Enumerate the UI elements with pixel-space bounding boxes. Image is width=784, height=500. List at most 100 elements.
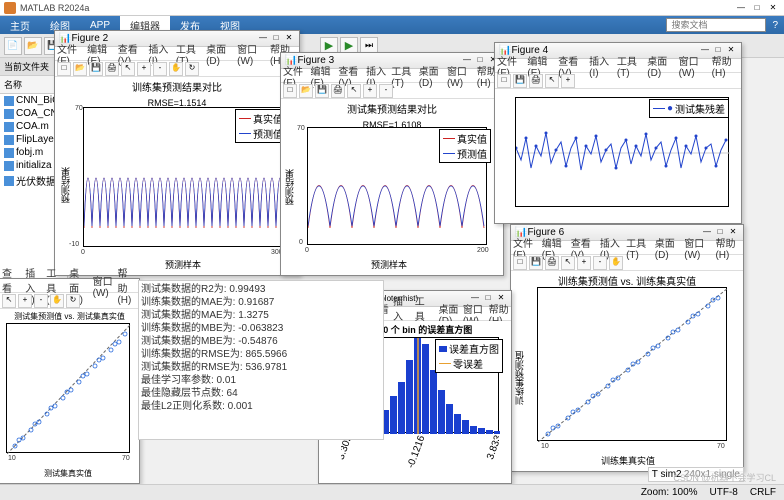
scatter-test-window[interactable]: 查看(V)插入(I)工具(T)桌面(D)窗口(W)帮助(H) ↖+-✋↻ 测试集… xyxy=(0,278,140,484)
console-line: 训练集数据的MAE为: 0.91687 xyxy=(141,296,381,309)
encoding[interactable]: UTF-8 xyxy=(710,487,738,498)
plot-title: 训练集预测结果对比 xyxy=(55,77,299,96)
open-button[interactable]: 📂 xyxy=(24,37,42,55)
app-title: MATLAB R2024a xyxy=(20,3,89,13)
xlabel: 训练集真实值 xyxy=(601,454,655,467)
window-controls: — □ ✕ xyxy=(734,2,780,14)
console-line: 最佳L2正则化系数: 0.001 xyxy=(141,400,381,413)
zoom-out-button[interactable]: - xyxy=(153,62,167,76)
pointer-button[interactable]: ↖ xyxy=(121,62,135,76)
close-button[interactable]: ✕ xyxy=(766,2,780,14)
rotate-button[interactable]: ↻ xyxy=(185,62,199,76)
app-titlebar: MATLAB R2024a — □ ✕ xyxy=(0,0,784,16)
zoom-in-button[interactable]: + xyxy=(577,256,591,270)
figure-3-window[interactable]: 📊 Figure 3 —□✕ 文件(F) 编辑(E) 查看(V) 插入(I) 工… xyxy=(280,52,504,276)
scatter-plot xyxy=(538,288,728,442)
figure-6-window[interactable]: 📊 Figure 6 —□✕ 文件(F)编辑(E)查看(V)插入(I)工具(T)… xyxy=(510,224,744,472)
menu-tools[interactable]: 工具(T) xyxy=(626,235,651,261)
plot-title: 测试集预测结果对比 xyxy=(281,99,503,118)
plot-area: 测试集预测结果对比 RMSE=1.6108 真实值 预测值 预测结果 预测样本 … xyxy=(281,99,503,273)
pointer-button[interactable]: ↖ xyxy=(545,74,559,88)
pointer-button[interactable]: ↖ xyxy=(2,294,16,308)
new-fig-button[interactable]: □ xyxy=(57,62,71,76)
figure-4-window[interactable]: 📊 Figure 4 —□✕ 文件(F)编辑(E)查看(V)插入(I)工具(T)… xyxy=(494,42,742,224)
zoom-in-button[interactable]: + xyxy=(561,74,575,88)
print-button[interactable]: 🖨 xyxy=(105,62,119,76)
rotate-button[interactable]: ↻ xyxy=(66,294,80,308)
search-input[interactable] xyxy=(666,18,766,32)
new-fig-button[interactable]: □ xyxy=(497,74,511,88)
figure-menu: 文件(F)编辑(E)查看(V)插入(I)工具(T)桌面(D)窗口(W)帮助(H) xyxy=(495,59,741,73)
menu-window[interactable]: 窗口(W) xyxy=(447,63,473,89)
ylabel: 预测结果 xyxy=(283,169,296,205)
minimize-button[interactable]: — xyxy=(734,2,748,14)
file-icon xyxy=(4,109,14,119)
pan-button[interactable]: ✋ xyxy=(169,62,183,76)
file-icon xyxy=(4,176,14,186)
menu-insert[interactable]: 插入(I) xyxy=(589,53,613,79)
maximize-button[interactable]: □ xyxy=(750,2,764,14)
menu-desktop[interactable]: 桌面(D) xyxy=(419,63,443,89)
zoom-out-button[interactable]: - xyxy=(34,294,48,308)
ylabel: 预测结果 xyxy=(59,167,72,203)
xlabel: 测试集真实值 xyxy=(44,468,92,479)
menu-window[interactable]: 窗口(W) xyxy=(93,273,114,299)
save-fig-button[interactable]: 💾 xyxy=(315,84,329,98)
print-button[interactable]: 🖨 xyxy=(331,84,345,98)
statusbar: Zoom: 100% UTF-8 CRLF xyxy=(0,484,784,500)
pointer-button[interactable]: ↖ xyxy=(347,84,361,98)
menu-tools[interactable]: 工具(T) xyxy=(391,63,414,89)
new-fig-button[interactable]: □ xyxy=(283,84,297,98)
zoom-in-button[interactable]: + xyxy=(18,294,32,308)
line-ending[interactable]: CRLF xyxy=(750,487,776,498)
ribbon-tab-home[interactable]: 主页 xyxy=(0,16,40,34)
console-line: 最佳隐藏层节点数: 64 xyxy=(141,387,381,400)
menu-window[interactable]: 窗口(W) xyxy=(237,41,266,67)
zoom-out-button[interactable]: - xyxy=(379,84,393,98)
menu-desktop[interactable]: 桌面(D) xyxy=(647,53,674,79)
zoom-in-button[interactable]: + xyxy=(137,62,151,76)
menu-tools[interactable]: 工具(T) xyxy=(617,53,643,79)
file-icon xyxy=(4,135,14,145)
save-fig-button[interactable]: 💾 xyxy=(529,256,543,270)
save-fig-button[interactable]: 💾 xyxy=(513,74,527,88)
console-line: 测试集数据的MBE为: -0.54876 xyxy=(141,335,381,348)
figure-menu: 文件(F) 编辑(E) 查看(V) 插入(I) 工具(T) 桌面(D) 窗口(W… xyxy=(55,47,299,61)
open-fig-button[interactable]: 📂 xyxy=(73,62,87,76)
axes[interactable] xyxy=(537,287,727,441)
console-line: 最佳学习率参数: 0.01 xyxy=(141,374,381,387)
legend[interactable]: 真实值 预测值 xyxy=(439,129,491,163)
figure-2-window[interactable]: 📊 Figure 2 —□✕ 文件(F) 编辑(E) 查看(V) 插入(I) 工… xyxy=(54,30,300,276)
console-line: 测试集数据的MAE为: 1.3275 xyxy=(141,309,381,322)
command-window-output[interactable]: 测试集数据的R2为: 0.99493 训练集数据的MAE为: 0.91687 测… xyxy=(138,280,384,440)
legend[interactable]: 误差直方图 零误差 xyxy=(435,339,503,373)
menu-desktop[interactable]: 桌面(D) xyxy=(655,235,681,261)
new-fig-button[interactable]: □ xyxy=(513,256,527,270)
plot-title: 测试集预测值 vs. 测试集真实值 xyxy=(0,309,139,324)
zoom-level[interactable]: Zoom: 100% xyxy=(641,487,698,498)
save-fig-button[interactable]: 💾 xyxy=(89,62,103,76)
menu-help[interactable]: 帮助(H) xyxy=(712,53,739,79)
help-icon[interactable]: ? xyxy=(772,20,778,31)
zoom-in-button[interactable]: + xyxy=(363,84,377,98)
matlab-logo-icon xyxy=(4,2,16,14)
menu-desktop[interactable]: 桌面(D) xyxy=(206,41,233,67)
pan-button[interactable]: ✋ xyxy=(50,294,64,308)
new-button[interactable]: 📄 xyxy=(4,37,22,55)
menu-help[interactable]: 帮助(H) xyxy=(117,265,137,306)
xtick-labels: -3.309 -0.1216 3.833 xyxy=(341,435,499,479)
open-fig-button[interactable]: 📂 xyxy=(299,84,313,98)
pointer-button[interactable]: ↖ xyxy=(561,256,575,270)
plot-area: 测试集预测值 vs. 测试集真实值 测试集真实值 10 70 xyxy=(0,309,139,481)
zoom-out-button[interactable]: - xyxy=(593,256,607,270)
menu-help[interactable]: 帮助(H) xyxy=(715,235,741,261)
legend[interactable]: ●测试集残差 xyxy=(649,99,729,118)
ylabel: 训练集预测值 xyxy=(513,351,526,405)
print-button[interactable]: 🖨 xyxy=(545,256,559,270)
menu-window[interactable]: 窗口(W) xyxy=(679,53,708,79)
print-button[interactable]: 🖨 xyxy=(529,74,543,88)
pan-button[interactable]: ✋ xyxy=(609,256,623,270)
menu-window[interactable]: 窗口(W) xyxy=(684,235,711,261)
axes[interactable] xyxy=(6,323,130,453)
plot-area: 训练集预测结果对比 RMSE=1.1514 真实值 预测值 预测结果 预测样本 … xyxy=(55,77,299,273)
